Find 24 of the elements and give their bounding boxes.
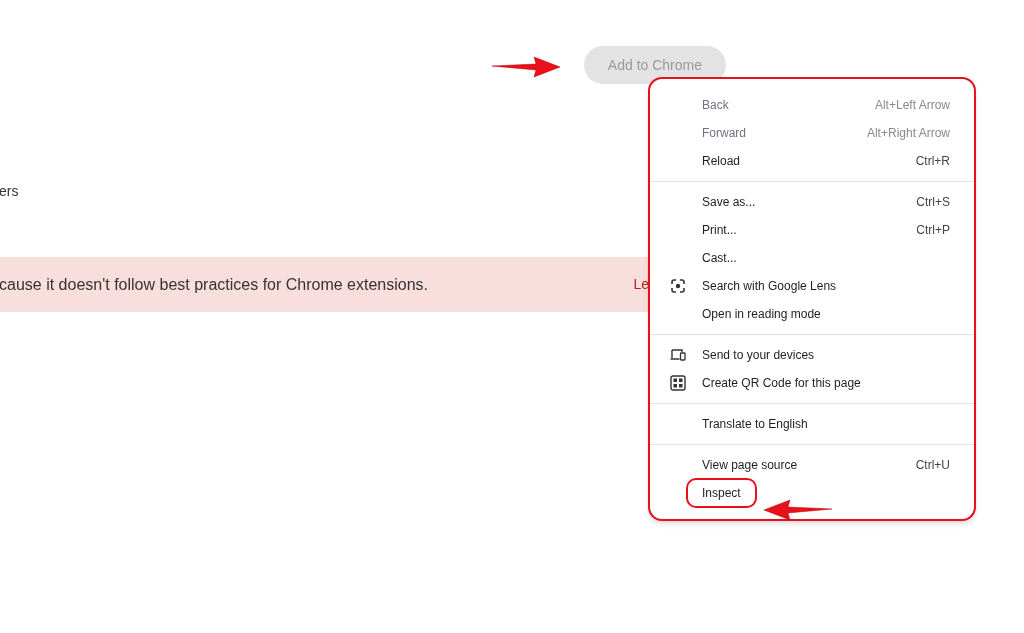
menu-item[interactable]: Open in reading mode xyxy=(702,305,821,323)
qr-code-icon xyxy=(670,375,686,391)
menu-item[interactable]: Create QR Code for this page xyxy=(702,374,861,392)
menu-item[interactable]: Cast... xyxy=(702,249,737,267)
learn-more-link[interactable]: Le xyxy=(633,274,649,295)
annotation-arrow xyxy=(490,56,562,78)
shortcut-label: Alt+Right Arrow xyxy=(866,125,950,142)
shortcut-label: Ctrl+U xyxy=(915,457,950,474)
shortcut-label: Ctrl+R xyxy=(915,153,950,170)
menu-item[interactable]: Inspect xyxy=(686,478,757,508)
shortcut-label: Ctrl+P xyxy=(916,222,950,239)
shortcut-label: Ctrl+S xyxy=(916,194,950,211)
menu-item[interactable]: Reload xyxy=(702,152,741,170)
menu-item[interactable]: Print... xyxy=(702,221,737,239)
camera-search-icon xyxy=(670,278,686,294)
shortcut-label: Alt+Left Arrow xyxy=(874,97,950,114)
menu-item[interactable]: View page source xyxy=(702,456,798,474)
banner-message: cause it doesn't follow best practices for Chrome extensions. xyxy=(0,274,429,295)
partial-text: ers xyxy=(0,182,19,200)
menu-item[interactable]: Search with Google Lens xyxy=(702,277,837,295)
menu-item[interactable]: Translate to English xyxy=(702,415,808,433)
devices-icon xyxy=(670,349,686,361)
menu-item[interactable]: Save as... xyxy=(702,193,756,211)
menu-item[interactable]: Send to your devices xyxy=(702,346,815,364)
